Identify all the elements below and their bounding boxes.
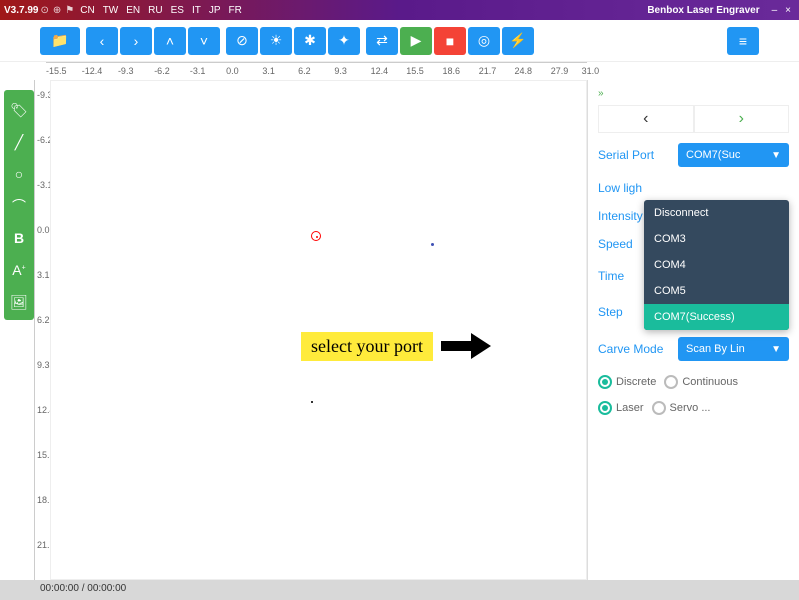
- nav-up-button[interactable]: ˄: [154, 27, 186, 55]
- low-light-label: Low ligh: [598, 181, 678, 195]
- caret-down-icon: ▼: [771, 150, 781, 161]
- lang-cn[interactable]: CN: [80, 5, 94, 16]
- dropdown-item-disconnect[interactable]: Disconnect: [644, 200, 789, 226]
- carve-mode-label: Carve Mode: [598, 342, 678, 356]
- chevron-right-icon: ›: [134, 33, 139, 49]
- nav-down-button[interactable]: ˅: [188, 27, 220, 55]
- target-button[interactable]: ◎: [468, 27, 500, 55]
- minimize-icon[interactable]: –: [772, 5, 778, 16]
- settings-panel: » ‹ › Serial Port COM7(Suc ▼ Low ligh In…: [587, 80, 799, 580]
- play-button[interactable]: ▶: [400, 27, 432, 55]
- bold-icon: B: [14, 230, 24, 246]
- close-icon[interactable]: ×: [785, 5, 791, 16]
- lang-it[interactable]: IT: [192, 5, 201, 16]
- serial-port-select[interactable]: COM7(Suc ▼: [678, 143, 789, 167]
- dropdown-item-com5[interactable]: COM5: [644, 278, 789, 304]
- line-icon: ╱: [15, 134, 23, 151]
- chevron-down-icon: ˅: [200, 33, 208, 49]
- cancel-icon: ⊘: [236, 32, 248, 49]
- version-label: V3.7.99: [4, 5, 38, 16]
- canvas[interactable]: select your port: [50, 80, 587, 580]
- canvas-point-2: [311, 401, 313, 403]
- annotation: select your port: [301, 331, 491, 361]
- radio-servo[interactable]: Servo ...: [652, 401, 711, 415]
- tag-tool[interactable]: 🏷: [7, 100, 31, 120]
- gear-icon: ✱: [304, 32, 316, 49]
- titlebar: V3.7.99 ⊙ ⊕ ⚑ CN TW EN RU ES IT JP FR Be…: [0, 0, 799, 20]
- canvas-point: [431, 243, 434, 246]
- status-time: 00:00:00 / 00:00:00: [40, 583, 126, 594]
- image-tool[interactable]: 🖼: [7, 292, 31, 312]
- dropdown-item-com4[interactable]: COM4: [644, 252, 789, 278]
- font-tool[interactable]: A+: [7, 260, 31, 280]
- play-icon: ▶: [411, 32, 422, 49]
- menu-button[interactable]: ≡: [727, 27, 759, 55]
- serial-port-label: Serial Port: [598, 148, 678, 162]
- bolt-icon: ⚡: [509, 32, 526, 49]
- circle-tool[interactable]: ○: [7, 164, 31, 184]
- lang-ru[interactable]: RU: [148, 5, 162, 16]
- statusbar: 00:00:00 / 00:00:00: [0, 580, 799, 600]
- chevron-left-icon: ‹: [643, 110, 648, 128]
- chevron-up-icon: ˄: [166, 33, 174, 49]
- sun-icon: ☀: [270, 32, 283, 49]
- stop-button[interactable]: ■: [434, 27, 466, 55]
- circle-icon: ○: [15, 166, 23, 182]
- image-icon: 🖼: [10, 294, 28, 311]
- cancel-button[interactable]: ⊘: [226, 27, 258, 55]
- gear-button[interactable]: ✱: [294, 27, 326, 55]
- nav-right-button[interactable]: ›: [120, 27, 152, 55]
- annotation-label: select your port: [301, 332, 433, 361]
- sun-button[interactable]: ☀: [260, 27, 292, 55]
- dropdown-item-com7[interactable]: COM7(Success): [644, 304, 789, 330]
- ruler-vertical: -9.3-6.2 -3.10.0 3.16.2 9.312.4 15.518.6…: [34, 80, 50, 580]
- panel-next[interactable]: ›: [694, 105, 790, 133]
- carve-mode-select[interactable]: Scan By Lin ▼: [678, 337, 789, 361]
- radio-laser[interactable]: Laser: [598, 401, 644, 415]
- left-toolbar: 🏷 ╱ ○ ⌒ B A+ 🖼: [4, 90, 34, 320]
- crosshair-icon: ✦: [338, 32, 350, 49]
- lang-tw[interactable]: TW: [103, 5, 119, 16]
- radio-continuous[interactable]: Continuous: [664, 375, 738, 389]
- repeat-icon: ⇄: [376, 32, 388, 49]
- toolbar: 📁 ‹ › ˄ ˅ ⊘ ☀ ✱ ✦ ⇄ ▶ ■ ◎ ⚡ ≡: [0, 20, 799, 62]
- ruler-horizontal: -15.5-12.4 -9.3-6.2 -3.10.0 3.16.2 9.312…: [46, 62, 587, 80]
- center-button[interactable]: ✦: [328, 27, 360, 55]
- arrow-icon: [441, 331, 491, 361]
- caret-down-icon: ▼: [771, 344, 781, 355]
- font-icon: A+: [12, 262, 25, 278]
- pin-icon[interactable]: ⊙: [40, 5, 48, 16]
- menu-icon: ≡: [739, 33, 747, 49]
- target-icon: ◎: [478, 32, 490, 49]
- line-tool[interactable]: ╱: [7, 132, 31, 152]
- expand-toggle[interactable]: »: [598, 88, 789, 99]
- curve-tool[interactable]: ⌒: [7, 196, 31, 216]
- lang-es[interactable]: ES: [171, 5, 184, 16]
- app-title: Benbox Laser Engraver: [647, 5, 759, 16]
- serial-port-dropdown: Disconnect COM3 COM4 COM5 COM7(Success): [644, 200, 789, 330]
- dropdown-item-com3[interactable]: COM3: [644, 226, 789, 252]
- chevron-right-icon: ›: [739, 110, 744, 128]
- panel-prev[interactable]: ‹: [598, 105, 694, 133]
- lang-jp[interactable]: JP: [209, 5, 221, 16]
- origin-marker: [311, 231, 321, 241]
- lang-fr[interactable]: FR: [229, 5, 242, 16]
- repeat-button[interactable]: ⇄: [366, 27, 398, 55]
- lang-en[interactable]: EN: [126, 5, 140, 16]
- bold-tool[interactable]: B: [7, 228, 31, 248]
- stop-icon: ■: [446, 33, 454, 49]
- curve-icon: ⌒: [12, 196, 26, 216]
- flag-icon[interactable]: ⚑: [65, 5, 74, 16]
- bolt-button[interactable]: ⚡: [502, 27, 534, 55]
- tag-icon: 🏷: [10, 102, 28, 119]
- chevron-left-icon: ‹: [100, 33, 105, 49]
- open-button[interactable]: 📁: [40, 27, 80, 55]
- folder-icon: 📁: [51, 32, 68, 49]
- radio-discrete[interactable]: Discrete: [598, 375, 656, 389]
- info-icon[interactable]: ⊕: [53, 5, 61, 16]
- nav-left-button[interactable]: ‹: [86, 27, 118, 55]
